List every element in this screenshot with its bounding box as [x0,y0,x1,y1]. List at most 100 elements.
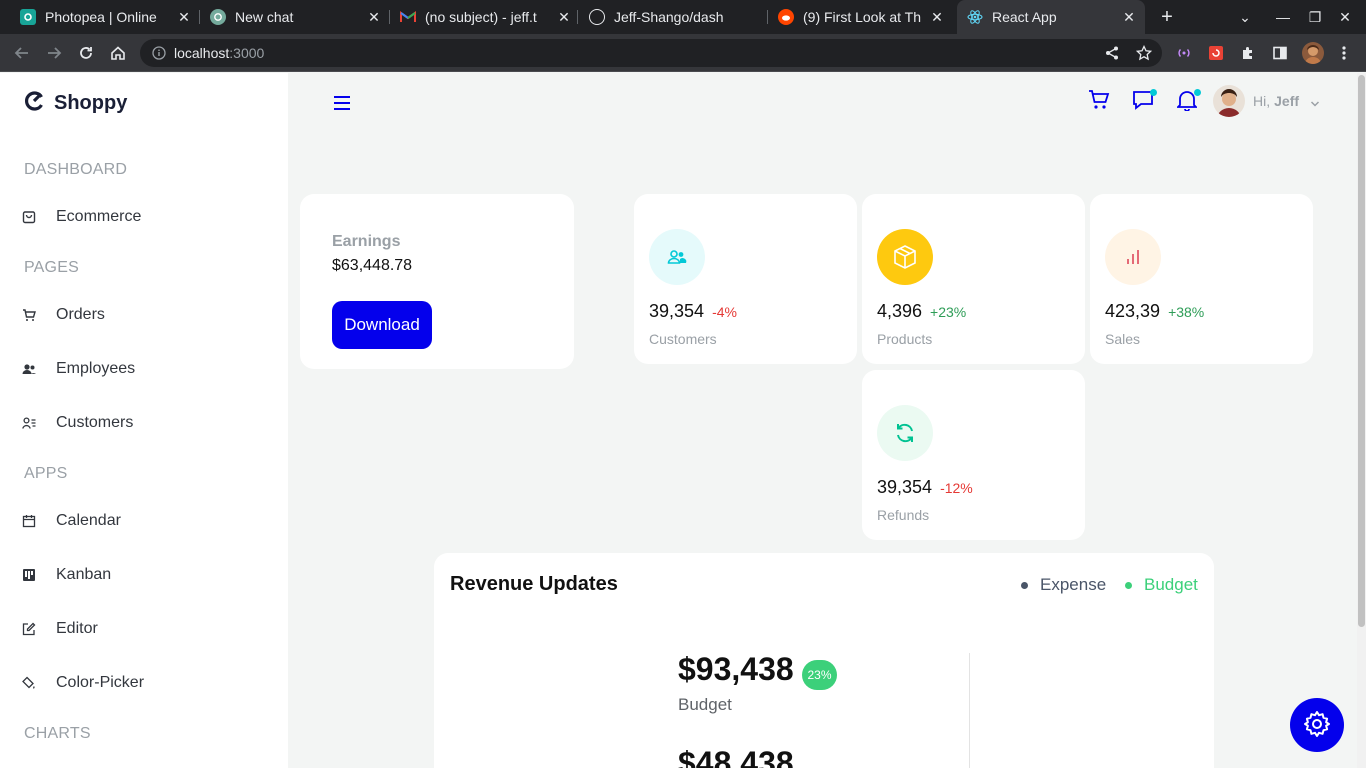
browser-menu-icon[interactable] [1334,43,1354,63]
share-icon[interactable] [1102,43,1122,63]
calendar-icon [20,512,38,530]
tab-search-icon[interactable]: ⌄ [1236,8,1254,26]
chatgpt-icon [210,9,226,25]
brand-name: Shoppy [54,92,128,114]
forward-icon[interactable] [44,43,64,63]
user-greeting[interactable]: Hi, Jeff [1253,93,1299,109]
sidebar-item-kanban[interactable]: Kanban [0,555,288,595]
avatar[interactable] [1213,85,1245,117]
gmail-icon [400,9,416,25]
contacts-icon [20,414,38,432]
stat-card-customers: 39,354 -4% Customers [634,194,857,364]
reload-icon[interactable] [76,43,96,63]
revenue-title: Revenue Updates [450,573,618,595]
extension-signal-icon[interactable] [1174,43,1194,63]
customers-icon[interactable] [649,229,705,285]
sidebar-item-orders[interactable]: Orders [0,295,288,335]
sidebar-item-label: Orders [56,306,105,323]
stat-percentage: -12% [940,480,973,496]
legend-expense[interactable]: Expense [1021,575,1106,595]
people-icon [20,360,38,378]
window-close-icon[interactable]: ✕ [1336,8,1354,26]
stat-card-refunds: 39,354 -12% Refunds [862,370,1085,540]
sidebar-item-label: Editor [56,620,98,637]
settings-button[interactable] [1290,698,1344,752]
shoppy-logo-icon [24,91,44,116]
tab-github[interactable]: Jeff-Shango/dash [589,0,769,34]
home-icon[interactable] [108,43,128,63]
tab-label: New chat [235,9,294,25]
react-icon [967,9,983,25]
chevron-down-icon[interactable] [1310,95,1320,113]
stat-amount: 4,396 [877,301,923,321]
revenue-updates-card: Revenue Updates Expense Budget $93,438 2… [434,553,1214,768]
box-icon[interactable] [877,229,933,285]
expense-amount: $48,438 [678,745,794,768]
budget-label: Budget [678,695,732,714]
earnings-amount: $63,448.78 [332,257,413,274]
sidebar-item-ecommerce[interactable]: Ecommerce [0,197,288,237]
tab-photopea[interactable]: Photopea | Online ✕ [20,0,200,34]
tab-gmail[interactable]: (no subject) - jeff.t ✕ [400,0,580,34]
tab-new-chat[interactable]: New chat ✕ [210,0,390,34]
maximize-icon[interactable]: ❐ [1306,8,1324,26]
extensions-puzzle-icon[interactable] [1238,43,1258,63]
paint-bucket-icon [20,674,38,692]
stat-amount: 39,354 [877,477,933,497]
profile-avatar[interactable] [1302,42,1324,64]
tab-react-app[interactable]: React App ✕ [957,0,1145,34]
section-title-apps: APPS [24,465,68,482]
earnings-card: Earnings $63,448.78 Download [300,194,574,369]
page-scrollbar-thumb[interactable] [1358,75,1365,627]
bar-chart-icon[interactable] [1105,229,1161,285]
close-icon[interactable]: ✕ [556,9,572,25]
budget-amount: $93,438 [678,651,794,687]
github-icon [589,9,605,25]
reddit-icon [778,9,794,25]
stat-amount-row: 423,39 +38% [1105,301,1204,322]
budget-badge: 23% [802,660,837,690]
stat-card-products: 4,396 +23% Products [862,194,1085,364]
shopping-bag-icon [20,208,38,226]
cart-icon [1088,89,1110,116]
stat-amount-row: 4,396 +23% [877,301,966,322]
photopea-icon [20,9,36,25]
stat-percentage: +23% [930,304,967,320]
sidebar-item-employees[interactable]: Employees [0,349,288,389]
stat-percentage: +38% [1168,304,1205,320]
close-icon[interactable]: ✕ [1121,9,1137,25]
tab-reddit[interactable]: (9) First Look at Th ✕ [778,0,953,34]
legend-label: Budget [1144,575,1198,594]
refresh-icon[interactable] [877,405,933,461]
sidebar-item-calendar[interactable]: Calendar [0,501,288,541]
bookmark-star-icon[interactable] [1134,43,1154,63]
earnings-title: Earnings [332,233,401,250]
back-icon[interactable] [12,43,32,63]
minimize-icon[interactable]: — [1274,8,1292,26]
site-info-icon[interactable] [152,46,166,65]
new-tab-icon[interactable]: + [1158,7,1176,27]
sidebar-item-color-picker[interactable]: Color-Picker [0,663,288,703]
close-icon[interactable]: ✕ [366,9,382,25]
brand-logo[interactable]: Shoppy [24,91,127,116]
close-icon[interactable]: ✕ [176,9,192,25]
side-panel-icon[interactable] [1270,43,1290,63]
sidebar-item-editor[interactable]: Editor [0,609,288,649]
sidebar-item-label: Color-Picker [56,674,145,691]
menu-toggle-icon[interactable] [333,94,351,112]
close-icon[interactable]: ✕ [929,9,945,25]
gear-icon [1302,709,1332,742]
legend-dot [1125,581,1132,589]
sidebar-item-customers[interactable]: Customers [0,403,288,443]
extension-red-icon[interactable] [1206,43,1226,63]
cart-button[interactable] [1087,89,1111,116]
kanban-icon [20,566,38,584]
section-title-dashboard: DASHBOARD [24,161,128,178]
stat-percentage: -4% [712,304,737,320]
address-bar[interactable]: localhost:3000 [140,39,1162,67]
sidebar-item-label: Employees [56,360,136,377]
cart-icon [20,306,38,324]
download-button[interactable]: Download [332,301,432,349]
legend-budget[interactable]: Budget [1125,575,1198,595]
stat-card-sales: 423,39 +38% Sales [1090,194,1313,364]
